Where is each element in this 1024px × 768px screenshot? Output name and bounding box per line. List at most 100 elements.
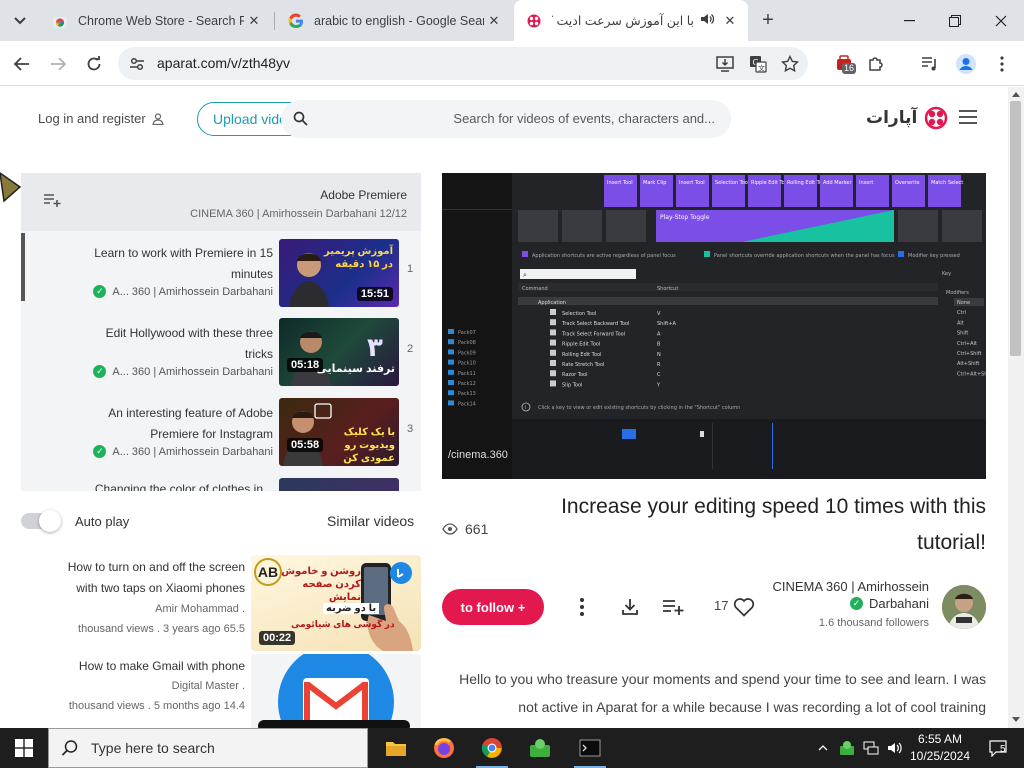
autoplay-switch[interactable] [21,510,61,532]
tab-close-icon[interactable]: ✕ [484,11,504,31]
video-description: Hello to you who treasure your moments a… [459,671,986,715]
thumbnail-text: روشن و خاموش کردن صفحه نمایش [281,566,361,603]
similar-video-thumbnail[interactable]: AB روشن و خاموش کردن صفحه نمایش با دو ضر… [251,555,421,651]
download-icon[interactable] [617,594,643,620]
reload-button[interactable] [80,50,108,78]
aparat-logo[interactable]: آپارات [866,105,949,131]
restore-button[interactable] [932,0,978,41]
taskbar-clock[interactable]: 6:55 AM 10/25/2024 [908,731,972,765]
playlist-add-icon[interactable] [43,193,61,207]
scroll-down-icon[interactable] [1012,717,1020,722]
taskbar-search-box[interactable]: Type here to search [48,728,368,768]
media-control-icon[interactable] [916,50,944,78]
more-options-icon[interactable] [569,594,595,620]
network-app-icon[interactable] [516,728,564,768]
bin-icon [448,359,454,365]
tab-google-search[interactable]: arabic to english - Google Sear ✕ [276,0,512,41]
back-button[interactable] [8,50,36,78]
command-shortcut: N [657,352,661,358]
keyboard-key [606,210,646,242]
windows-logo-icon [15,739,33,757]
playlist-header: Adobe Premiere CINEMA 360 | Amirhossein … [21,173,421,231]
heart-like-icon[interactable] [731,594,757,620]
playlist-thumbnail[interactable]: ۳ ترفند سینمایی 05:18 [279,318,399,386]
site-info-icon[interactable] [128,55,146,73]
terminal-icon[interactable] [566,728,614,768]
bookmark-star-icon[interactable] [779,53,801,75]
command-name: Slip Tool [562,382,582,388]
similar-video-channel: Amir Mohammad . [155,603,245,615]
similar-video-title: How to turn on and off the screen with t… [67,560,245,595]
scroll-thumb[interactable] [1010,101,1021,356]
volume-icon[interactable] [884,728,906,768]
translate-icon[interactable]: G文 [747,53,769,75]
eye-icon [442,523,458,535]
tab-chrome-web-store[interactable]: Chrome Web Store - Search Re ✕ [40,0,272,41]
bin-label: Pack09 [458,350,476,356]
playlist-item[interactable]: Edit Hollywood with these three tricks ✓… [21,313,421,389]
extension-icon[interactable]: 16 [830,50,858,78]
bin-icon [448,329,454,334]
page-scrollbar[interactable] [1008,87,1024,728]
file-explorer-icon[interactable] [372,728,420,768]
similar-video-item[interactable]: How to turn on and off the screen with t… [21,555,421,651]
speaker-icon[interactable] [700,12,715,29]
tab-search-button[interactable] [7,8,33,34]
new-tab-button[interactable]: + [756,8,780,32]
svg-text:Command: Command [522,286,548,292]
browser-menu-icon[interactable] [988,50,1016,78]
login-label: Log in and register [38,111,146,126]
tray-chevron-icon[interactable] [812,728,834,768]
svg-text:Modifier key pressed: Modifier key pressed [908,253,960,259]
similar-video-thumbnail[interactable] [251,654,421,728]
channel-name[interactable]: CINEMA 360 | Amirhossein Darbahani [759,578,929,612]
channel-avatar[interactable] [942,585,986,629]
search-input[interactable]: Search for videos of events, characters … [281,100,731,138]
taskbar-search-placeholder: Type here to search [91,740,215,756]
modifier-name: Ctrl+Alt [957,341,977,347]
login-register-link[interactable]: Log in and register [38,111,164,126]
similar-video-item[interactable]: How to make Gmail with phone Digital Mas… [21,654,421,728]
command-name: Rate Stretch Tool [562,362,604,368]
extensions-puzzle-icon[interactable] [862,50,890,78]
firefox-icon[interactable] [420,728,468,768]
tab-strip: Chrome Web Store - Search Re ✕ arabic to… [0,0,1024,41]
start-button[interactable] [0,728,48,768]
playlist-item[interactable]: Changing the color of clothes in... [21,473,421,491]
playlist-thumbnail[interactable]: آموزش پریمیر در ۱۵ دقیقه 15:51 [279,239,399,307]
install-app-icon[interactable] [714,53,736,75]
tray-app-icon[interactable] [836,728,858,768]
tab-aparat[interactable]: با این آموزش سرعت ادیت کرد ✕ [514,0,748,41]
thumbnail-person-image: ۳ [291,331,383,386]
bin-icon [448,400,454,406]
minimize-button[interactable] [886,0,932,41]
like-count: 17 [714,598,729,613]
tab-close-icon[interactable]: ✕ [720,11,740,31]
playlist-item[interactable]: An interesting feature of Adobe Premiere… [21,393,421,469]
close-window-button[interactable] [978,0,1024,41]
video-player[interactable]: Insert Tool Mark Clip Insert Tool Selection… [442,173,986,479]
follow-button[interactable]: to follow + [442,589,544,625]
playlist-thumbnail[interactable]: با یک کلیک ویدیوت رو عمودی کن 05:58 [279,398,399,466]
network-icon[interactable] [860,728,882,768]
add-to-playlist-icon[interactable] [660,594,686,620]
notification-center-icon[interactable]: 5 [978,728,1018,768]
hamburger-menu-icon[interactable] [959,110,977,128]
profile-avatar-icon[interactable] [952,50,980,78]
command-name: Ripple Edit Tool [562,342,600,348]
keyboard-key-label: Mark Clip [643,180,666,186]
scroll-up-icon[interactable] [1012,92,1020,97]
autoplay-toggle[interactable]: Auto play [21,510,129,532]
search-icon[interactable] [293,111,308,126]
tab-close-icon[interactable]: ✕ [244,11,264,31]
view-count: 661 [442,521,488,537]
forward-button[interactable] [44,50,72,78]
playlist-thumbnail[interactable] [279,478,399,491]
logo-text: آپارات [866,108,918,127]
similar-video-title: How to make Gmail with phone [78,659,245,673]
chrome-icon[interactable] [468,728,516,768]
arrow-right-icon [51,57,66,71]
modifier-name: Ctrl+Shift [957,351,981,357]
address-bar[interactable]: aparat.com/v/zth48yv G文 [118,47,808,80]
playlist-item[interactable]: Learn to work with Premiere in 15 minute… [21,233,421,309]
